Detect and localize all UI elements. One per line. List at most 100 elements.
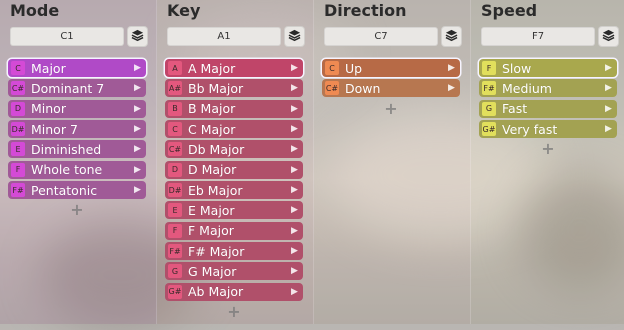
option-label: Up bbox=[345, 60, 363, 76]
mode-option-item[interactable]: F Whole tone ▶ bbox=[8, 160, 146, 179]
option-label: Medium bbox=[502, 80, 552, 96]
speed-option-item[interactable]: G# Very fast ▶ bbox=[479, 120, 617, 139]
option-label: Minor 7 bbox=[31, 121, 78, 137]
key-option-item[interactable]: C# Db Major ▶ bbox=[165, 140, 303, 159]
note-badge: C# bbox=[325, 81, 339, 96]
chevron-right-icon: ▶ bbox=[291, 246, 298, 257]
key-header-field[interactable]: A1 bbox=[167, 27, 281, 46]
speed-option-item[interactable]: F Slow ▶ bbox=[479, 59, 617, 77]
direction-add-button[interactable]: + bbox=[322, 99, 460, 118]
chevron-right-icon: ▶ bbox=[605, 63, 612, 73]
mode-header-field[interactable]: C1 bbox=[10, 27, 124, 46]
direction-option-item[interactable]: C Up ▶ bbox=[322, 59, 460, 77]
key-layers-button[interactable] bbox=[284, 26, 305, 47]
chevron-right-icon: ▶ bbox=[134, 164, 141, 175]
option-label: Major bbox=[31, 60, 66, 76]
chevron-right-icon: ▶ bbox=[291, 124, 298, 135]
option-label: F Major bbox=[188, 223, 234, 239]
note-badge: D# bbox=[11, 122, 25, 137]
note-badge: C# bbox=[168, 142, 182, 157]
note-badge: G bbox=[168, 264, 182, 279]
key-option-item[interactable]: A# Bb Major ▶ bbox=[165, 79, 303, 98]
mode-option-item[interactable]: D# Minor 7 ▶ bbox=[8, 120, 146, 139]
column-mode: Mode C1 C Major ▶ C# Dominant 7 ▶ D Minor ▶ D# Minor… bbox=[0, 0, 157, 324]
column-key: Key A1 A A Major ▶ A# Bb Major ▶ B B Major ▶ C C Maj… bbox=[157, 0, 314, 324]
mode-add-button[interactable]: + bbox=[8, 201, 146, 219]
option-label: B Major bbox=[188, 101, 236, 117]
key-option-item[interactable]: G G Major ▶ bbox=[165, 262, 303, 281]
chevron-right-icon: ▶ bbox=[134, 83, 141, 94]
chevron-right-icon: ▶ bbox=[134, 124, 141, 135]
speed-header-field[interactable]: F7 bbox=[481, 27, 595, 46]
chevron-right-icon: ▶ bbox=[291, 205, 298, 216]
mode-option-item[interactable]: D Minor ▶ bbox=[8, 99, 146, 118]
option-label: Diminished bbox=[31, 141, 102, 157]
key-option-item[interactable]: C C Major ▶ bbox=[165, 120, 303, 139]
speed-option-list: F Slow ▶ F# Medium ▶ G Fast ▶ G# Very fast ▶ + bbox=[479, 59, 617, 158]
note-badge: G bbox=[482, 101, 496, 116]
layers-icon bbox=[602, 27, 615, 46]
mode-column-title: Mode bbox=[10, 1, 60, 20]
note-badge: B bbox=[168, 101, 182, 116]
mode-option-item[interactable]: C Major ▶ bbox=[8, 59, 146, 77]
key-option-item[interactable]: A A Major ▶ bbox=[165, 59, 303, 77]
option-label: Slow bbox=[502, 60, 532, 76]
chevron-right-icon: ▶ bbox=[291, 83, 298, 94]
chevron-right-icon: ▶ bbox=[291, 225, 298, 236]
speed-layers-button[interactable] bbox=[598, 26, 619, 47]
key-option-item[interactable]: E E Major ▶ bbox=[165, 201, 303, 220]
key-option-item[interactable]: B B Major ▶ bbox=[165, 99, 303, 118]
note-badge: D# bbox=[168, 183, 182, 198]
note-badge: G# bbox=[482, 122, 496, 137]
speed-option-item[interactable]: G Fast ▶ bbox=[479, 99, 617, 118]
note-badge: G# bbox=[168, 284, 182, 299]
direction-header-field[interactable]: C7 bbox=[324, 27, 438, 46]
note-badge: C bbox=[325, 61, 339, 75]
note-badge: F bbox=[11, 162, 25, 177]
chevron-right-icon: ▶ bbox=[291, 185, 298, 196]
direction-layers-button[interactable] bbox=[441, 26, 462, 47]
speed-add-button[interactable]: + bbox=[479, 140, 617, 158]
key-option-item[interactable]: F F Major ▶ bbox=[165, 221, 303, 240]
note-badge: A bbox=[168, 61, 182, 75]
layers-icon bbox=[288, 27, 301, 46]
key-option-item[interactable]: D D Major ▶ bbox=[165, 160, 303, 179]
column-speed: Speed F7 F Slow ▶ F# Medium ▶ G Fast ▶ G# Very fast ▶… bbox=[471, 0, 624, 324]
key-option-list: AA Major ▶ A# Bb Major ▶ B B Major ▶ C C Major ▶ C#… bbox=[165, 59, 303, 321]
chevron-right-icon: ▶ bbox=[134, 63, 141, 73]
note-badge: D bbox=[168, 162, 182, 177]
mode-option-item[interactable]: E Diminished ▶ bbox=[8, 140, 146, 159]
option-label: F# Major bbox=[188, 243, 245, 259]
option-label: Dominant 7 bbox=[31, 80, 105, 96]
mode-option-item[interactable]: F# Pentatonic ▶ bbox=[8, 181, 146, 200]
note-badge: C# bbox=[11, 81, 25, 96]
chevron-right-icon: ▶ bbox=[605, 124, 612, 135]
key-option-item[interactable]: D# Eb Major ▶ bbox=[165, 181, 303, 200]
note-badge: F bbox=[168, 223, 182, 238]
option-label: Whole tone bbox=[31, 162, 103, 178]
speed-option-item[interactable]: F# Medium ▶ bbox=[479, 79, 617, 98]
chevron-right-icon: ▶ bbox=[291, 164, 298, 175]
option-label: G Major bbox=[188, 263, 237, 279]
column-direction: Direction C7 C Up ▶ C# Down ▶ + bbox=[314, 0, 471, 324]
key-option-item[interactable]: G# Ab Major ▶ bbox=[165, 282, 303, 301]
key-add-button[interactable]: + bbox=[165, 303, 303, 321]
direction-option-item[interactable]: C# Down ▶ bbox=[322, 79, 460, 98]
option-label: Down bbox=[345, 80, 381, 96]
key-option-item[interactable]: F# F# Major ▶ bbox=[165, 242, 303, 261]
chevron-right-icon: ▶ bbox=[291, 63, 298, 73]
chevron-right-icon: ▶ bbox=[291, 144, 298, 155]
mode-layers-button[interactable] bbox=[127, 26, 148, 47]
chevron-right-icon: ▶ bbox=[605, 83, 612, 94]
chevron-right-icon: ▶ bbox=[448, 63, 455, 73]
chevron-right-icon: ▶ bbox=[134, 185, 141, 196]
note-badge: A# bbox=[168, 81, 182, 96]
mode-option-item[interactable]: C# Dominant 7 ▶ bbox=[8, 79, 146, 98]
chevron-right-icon: ▶ bbox=[291, 103, 298, 114]
chevron-right-icon: ▶ bbox=[134, 103, 141, 114]
option-label: Db Major bbox=[188, 141, 245, 157]
note-badge: F# bbox=[482, 81, 496, 96]
speed-column-title: Speed bbox=[481, 1, 538, 20]
note-badge: F# bbox=[11, 183, 25, 198]
chevron-right-icon: ▶ bbox=[605, 103, 612, 114]
